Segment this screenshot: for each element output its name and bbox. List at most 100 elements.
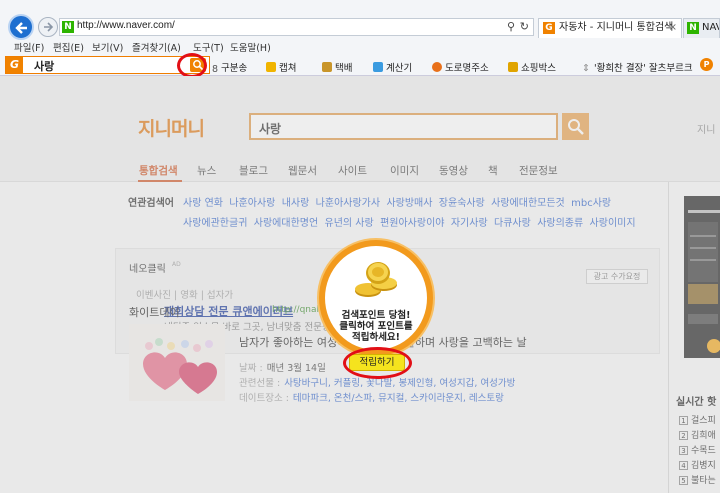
tab-book[interactable]: 책 xyxy=(488,163,498,178)
neoclick-title: 네오클릭 xyxy=(129,264,166,275)
forward-arrow-icon xyxy=(44,22,54,32)
whiteday-title: 화이트데이 xyxy=(129,306,180,319)
related-label: 연관검색어 xyxy=(128,198,174,209)
toolbar-item-delivery[interactable]: 택배 xyxy=(322,60,352,74)
tab-site[interactable]: 사이트 xyxy=(338,163,367,178)
tab-expert[interactable]: 전문정보 xyxy=(519,163,558,178)
calculator-icon xyxy=(373,62,383,72)
forward-button[interactable] xyxy=(38,17,58,37)
highlight-circle xyxy=(177,53,207,78)
points-popup: 검색포인트 당첨! 클릭하여 포인트를 적립하세요! 적립하기 xyxy=(323,236,429,388)
site-header: 지니머니 사랑 지니 xyxy=(0,76,720,156)
g-logo-icon: G xyxy=(6,57,23,73)
candy-heart-image xyxy=(129,324,225,401)
toolbar-item-capture[interactable]: 캡쳐 xyxy=(266,60,296,74)
realtime-item[interactable]: 3 수목드 xyxy=(679,443,716,456)
capture-icon xyxy=(266,62,276,72)
toolbar-search-input[interactable]: 사랑 xyxy=(34,58,54,74)
main-search-input[interactable]: 사랑 xyxy=(249,113,558,140)
back-button[interactable] xyxy=(8,14,34,40)
tab-blog[interactable]: 블로그 xyxy=(239,163,268,178)
related-term[interactable]: 사랑에관한글귀 xyxy=(183,218,247,229)
main-search-query: 사랑 xyxy=(259,122,282,136)
candy-thumbnail[interactable] xyxy=(129,324,225,401)
tab-naver[interactable]: N NAV xyxy=(683,18,720,38)
ad-url[interactable]: http://qnalov xyxy=(272,305,330,315)
tab-image[interactable]: 이미지 xyxy=(390,163,419,178)
tab-integrated[interactable]: 통합검색 xyxy=(139,163,178,178)
realtime-item[interactable]: 1 걸스피 xyxy=(679,413,716,426)
tab-news[interactable]: 뉴스 xyxy=(197,163,216,178)
tab-video[interactable]: 동영상 xyxy=(439,163,468,178)
toolbar-item-calculator[interactable]: 계산기 xyxy=(373,60,412,74)
rank-1: 1 xyxy=(679,416,688,425)
rank-5: 5 xyxy=(679,476,688,485)
popup-line-2: 클릭하여 포인트를 xyxy=(339,321,413,332)
search-category-tabs: 통합검색 뉴스 블로그 웹문서 사이트 이미지 동영상 책 전문정보 xyxy=(0,156,720,182)
toolbar: G 사랑 8 구분송 캡쳐 택배 계산기 도로명주소 쇼핑박스 ⇕ '황희찬 결장'… xyxy=(0,53,720,78)
related-term[interactable]: 유년의 사랑 xyxy=(325,218,374,229)
related-line-1: 사랑 연화 나훈아사랑 내사랑 나훈아사랑가사 사랑방매사 장윤숙사랑 사랑에대… xyxy=(183,194,611,209)
related-term[interactable]: 사랑방매사 xyxy=(386,198,432,209)
toolbar-item-shopping[interactable]: 쇼핑박스 xyxy=(508,60,556,74)
related-term[interactable]: 장윤숙사랑 xyxy=(439,198,485,209)
gold-coins-icon xyxy=(355,262,397,297)
related-term[interactable]: 나훈아사랑가사 xyxy=(316,198,380,209)
related-term[interactable]: mbc사랑 xyxy=(571,198,611,209)
tab-label: 자동차 - 지니머니 통합검색 xyxy=(559,22,674,33)
shopping-basket-icon xyxy=(508,62,518,72)
related-term[interactable]: 다큐사랑 xyxy=(494,218,531,229)
menu-tools[interactable]: 도구(T) xyxy=(193,40,224,54)
related-term[interactable]: 나훈아사랑 xyxy=(229,198,275,209)
toolbar-item-address[interactable]: 도로명주소 xyxy=(432,60,489,74)
related-term[interactable]: 사랑이미지 xyxy=(590,218,636,229)
refresh-icon[interactable]: ↻ xyxy=(520,20,529,33)
banner-image xyxy=(684,196,720,358)
ad-tag: AD xyxy=(172,261,181,268)
box-icon xyxy=(322,62,332,72)
back-arrow-icon xyxy=(15,22,27,34)
toolbar-item-songs[interactable]: 8 구분송 xyxy=(212,60,247,75)
location-pin-icon xyxy=(432,62,442,72)
related-line-2: 사랑에관한글귀 사랑에대한명언 유년의 사랑 편원아사랑이야 자기사랑 다큐사랑… xyxy=(183,214,636,229)
menu-edit[interactable]: 편집(E) xyxy=(53,40,84,54)
related-term[interactable]: 자기사랑 xyxy=(451,218,488,229)
address-bar[interactable]: N http://www.naver.com/ ⚲ ↻ xyxy=(59,18,534,36)
naver-favicon-icon: N xyxy=(687,22,699,34)
site-logo[interactable]: 지니머니 xyxy=(138,114,205,141)
active-tab-underline xyxy=(138,180,182,182)
point-icon[interactable]: P xyxy=(700,58,713,71)
tab-webdoc[interactable]: 웹문서 xyxy=(288,163,317,178)
toolbar-news-ticker[interactable]: ⇕ '황희찬 결장' 잘츠부르크 xyxy=(582,60,693,74)
menu-favorites[interactable]: 즐겨찾기(A) xyxy=(132,40,181,54)
related-term[interactable]: 내사랑 xyxy=(282,198,310,209)
close-tab-icon[interactable]: × xyxy=(669,19,677,37)
realtime-title: 실시간 핫 xyxy=(676,397,717,408)
music-icon: 8 xyxy=(212,64,219,75)
realtime-item[interactable]: 2 김희애 xyxy=(679,428,716,441)
search-icon xyxy=(568,119,584,135)
related-term[interactable]: 편원아사랑이야 xyxy=(380,218,444,229)
naver-favicon-icon: N xyxy=(62,21,74,33)
right-banner-ad[interactable] xyxy=(684,196,720,358)
realtime-item[interactable]: 5 불타는 xyxy=(679,473,716,486)
menu-help[interactable]: 도움말(H) xyxy=(230,40,271,54)
rank-2: 2 xyxy=(679,431,688,440)
related-term[interactable]: 사랑 연화 xyxy=(183,198,223,209)
related-searches: 연관검색어 사랑 연화 나훈아사랑 내사랑 나훈아사랑가사 사랑방매사 장윤숙사… xyxy=(115,192,660,240)
popup-line-3: 적립하세요! xyxy=(351,332,401,343)
related-term[interactable]: 사랑에대한모든것 xyxy=(491,198,565,209)
menu-view[interactable]: 보기(V) xyxy=(92,40,123,54)
header-user-link[interactable]: 지니 xyxy=(697,121,715,136)
navigation-bar: N http://www.naver.com/ ⚲ ↻ G 자동차 - 지니머니… xyxy=(0,0,720,40)
main-search-button[interactable] xyxy=(562,113,589,140)
related-term[interactable]: 사랑의종류 xyxy=(537,218,583,229)
realtime-item[interactable]: 4 김병지 xyxy=(679,458,716,471)
ad-info-button[interactable]: 광고 수가요정 xyxy=(586,269,648,284)
g-favicon-icon: G xyxy=(543,22,555,34)
menu-file[interactable]: 파일(F) xyxy=(14,40,44,54)
related-term[interactable]: 사랑에대한명언 xyxy=(254,218,318,229)
tab-label: NAV xyxy=(702,22,719,33)
search-icon[interactable]: ⚲ xyxy=(507,20,515,33)
tab-active[interactable]: G 자동차 - 지니머니 통합검색 × xyxy=(538,18,682,38)
